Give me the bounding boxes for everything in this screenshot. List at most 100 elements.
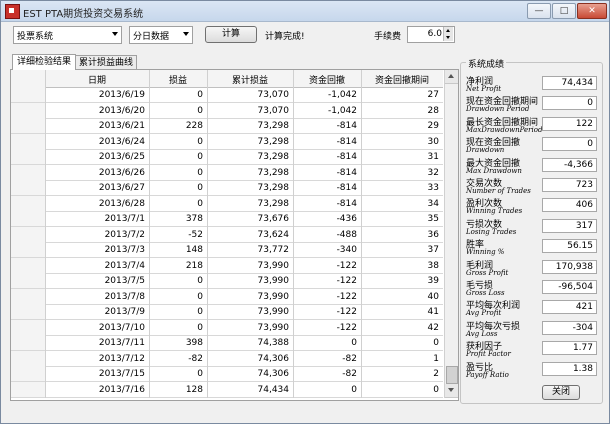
cell-date: 2013/7/5 [104,276,145,286]
row-header[interactable] [11,319,46,335]
table-row[interactable]: 2013/6/20 0 73,070 -1,042 28 [11,102,443,119]
row-header[interactable] [11,350,46,366]
cell-date: 2013/7/11 [98,338,145,348]
close-button[interactable]: 关闭 [542,385,580,400]
table-row[interactable]: 2013/6/27 0 73,298 -814 33 [11,180,443,196]
stat-value: 56.15 [542,239,597,254]
cell-drawdown-period: 34 [427,198,439,209]
cell-pnl: 378 [185,214,203,224]
table-row[interactable]: 2013/6/19 0 73,070 -1,042 27 [11,87,443,103]
header-drawdown: 资金回撤 [308,76,345,86]
row-header[interactable] [11,304,46,319]
table-row[interactable]: 2013/7/9 0 73,990 -122 41 [11,304,443,320]
system-select-value: 投票系统 [17,32,54,42]
table-row[interactable]: 2013/6/21 228 73,298 -814 29 [11,118,443,134]
table-row[interactable]: 2013/7/4 218 73,990 -122 38 [11,257,443,274]
scroll-down-icon[interactable] [445,384,458,398]
cell-cum-pnl: 73,990 [257,276,290,286]
table-row[interactable]: 2013/7/15 0 74,306 -82 2 [11,366,443,382]
table-row[interactable]: 2013/7/3 148 73,772 -340 37 [11,242,443,258]
minimize-button[interactable]: — [527,3,551,19]
vertical-scrollbar[interactable] [444,70,458,398]
table-row[interactable]: 2013/7/11 398 74,388 0 0 [11,335,443,351]
row-header[interactable] [11,87,46,102]
row-header[interactable] [11,381,46,397]
row-header[interactable] [11,180,46,195]
stat-label-en: Losing Trades [466,227,517,236]
cell-drawdown-period: 37 [427,245,439,255]
cell-pnl: 0 [197,90,203,100]
table-row[interactable]: 2013/7/5 0 73,990 -122 39 [11,273,443,289]
cell-drawdown: -814 [336,198,357,209]
stat-label-en: Profit Factor [466,350,511,359]
cell-pnl: -52 [188,229,203,240]
table-row[interactable]: 2013/7/16 128 74,434 0 0 [11,381,443,398]
table-row[interactable]: 2013/7/10 0 73,990 -122 42 [11,319,443,336]
stat-label-en: Max Drawdown [466,166,522,175]
stat-value: 317 [542,218,597,233]
cell-cum-pnl: 73,990 [257,260,290,271]
row-header[interactable] [11,164,46,180]
cell-date: 2013/6/28 [98,198,145,209]
cell-drawdown: -122 [336,291,357,302]
cell-drawdown: 0 [351,384,357,395]
stat-value: 406 [542,198,597,213]
table-row[interactable]: 2013/7/2 -52 73,624 -488 36 [11,226,443,243]
header-cum-pnl: 累计损益 [231,76,268,86]
cell-cum-pnl: 73,298 [257,198,290,209]
row-header[interactable] [11,195,46,211]
fee-stepper[interactable]: 6.0 [407,26,455,43]
row-header[interactable] [11,102,46,118]
stepper-down-icon[interactable] [443,34,453,41]
cell-date: 2013/7/2 [104,229,145,240]
column-divider [293,70,294,398]
cell-pnl: 0 [197,291,203,302]
cell-date: 2013/7/9 [104,307,145,317]
row-header[interactable] [11,133,46,149]
cell-date: 2013/7/1 [104,214,145,224]
data-select[interactable]: 分日数据 [129,26,193,44]
stat-value: 122 [542,116,597,131]
table-row[interactable]: 2013/6/24 0 73,298 -814 30 [11,133,443,150]
cell-cum-pnl: 73,070 [257,105,290,116]
scrollbar-thumb[interactable] [446,366,458,384]
row-header[interactable] [11,288,46,304]
close-window-button[interactable]: ✕ [577,3,607,19]
row-header[interactable] [11,257,46,273]
stat-label-en: Payoff Ratio [466,370,509,379]
row-header[interactable] [11,118,46,133]
row-header[interactable] [11,242,46,257]
table-row[interactable]: 2013/6/28 0 73,298 -814 34 [11,195,443,212]
stat-value: 1.38 [542,361,597,376]
table-row[interactable]: 2013/6/26 0 73,298 -814 32 [11,164,443,181]
stepper-up-icon[interactable] [443,27,453,34]
data-select-value: 分日数据 [133,32,170,42]
table-row[interactable]: 2013/7/1 378 73,676 -436 35 [11,211,443,227]
cell-drawdown: -814 [336,136,357,147]
cell-pnl: -82 [188,353,203,364]
row-header[interactable] [11,149,46,164]
cell-cum-pnl: 73,990 [257,322,290,333]
table-row[interactable]: 2013/6/25 0 73,298 -814 31 [11,149,443,165]
column-divider [207,70,208,398]
tab-detail-results[interactable]: 详细检验结果 [12,54,76,70]
system-select[interactable]: 投票系统 [13,26,122,44]
cell-cum-pnl: 73,298 [257,152,290,162]
stat-label-en: Net Profit [466,85,502,93]
cell-pnl: 0 [197,183,203,193]
row-header[interactable] [11,335,46,350]
table-row[interactable]: 2013/7/12 -82 74,306 -82 1 [11,350,443,367]
row-header[interactable] [11,226,46,242]
row-header[interactable] [11,273,46,288]
window-title: EST PTA期货投资交易系统 [23,9,144,20]
cell-pnl: 0 [197,198,203,209]
tab-cumulative-curve[interactable]: 累计损益曲线 [75,55,137,70]
maximize-button[interactable]: □ [552,3,576,19]
row-header[interactable] [11,211,46,226]
table-row[interactable]: 2013/7/8 0 73,990 -122 40 [11,288,443,305]
calculate-button[interactable]: 计算 [205,26,257,43]
status-text: 计算完成! [265,32,305,42]
cell-drawdown-period: 40 [427,291,439,302]
scroll-up-icon[interactable] [445,70,458,84]
row-header[interactable] [11,366,46,381]
